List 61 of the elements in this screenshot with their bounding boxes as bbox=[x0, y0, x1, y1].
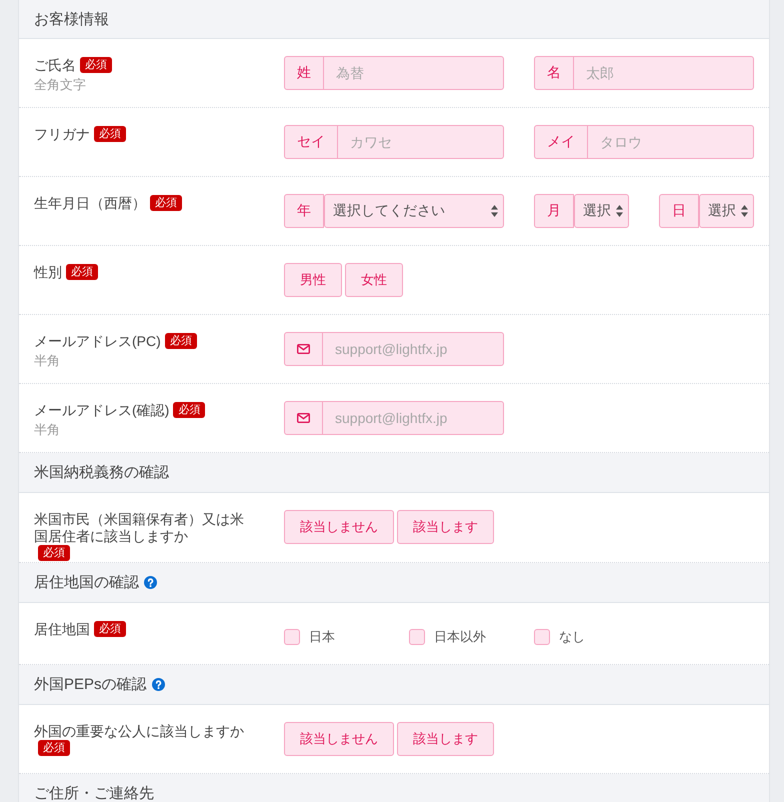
up-down-caret-icon bbox=[491, 205, 498, 217]
section-title: 米国納税義務の確認 bbox=[34, 464, 169, 481]
checkbox[interactable] bbox=[534, 629, 550, 645]
section-title: 居住地国の確認 bbox=[34, 574, 139, 591]
choice-button[interactable]: 女性 bbox=[345, 263, 403, 297]
field-label: 生年月日（西暦） bbox=[34, 195, 146, 212]
text-input[interactable]: タロウ bbox=[588, 125, 754, 159]
help-icon[interactable] bbox=[144, 576, 157, 589]
envelope-icon bbox=[297, 413, 310, 423]
input-addon: 日 bbox=[659, 194, 699, 228]
option-label: なし bbox=[559, 628, 585, 646]
text-input[interactable]: 太郎 bbox=[574, 56, 754, 90]
up-down-caret-icon bbox=[741, 205, 748, 217]
help-icon[interactable] bbox=[152, 678, 165, 691]
email-input[interactable]: support@lightfx.jp bbox=[323, 332, 504, 366]
required-badge: 必須 bbox=[38, 740, 70, 756]
required-badge: 必須 bbox=[164, 333, 197, 349]
choice-button[interactable]: 男性 bbox=[284, 263, 342, 297]
up-down-caret-icon bbox=[616, 205, 623, 217]
field-label: 性別 bbox=[34, 264, 62, 281]
envelope-icon bbox=[297, 344, 310, 354]
field-note: 半角 bbox=[34, 352, 61, 370]
section-title: 外国PEPsの確認 bbox=[34, 676, 147, 693]
field-label: メールアドレス(PC) bbox=[34, 333, 161, 350]
text-input[interactable]: 為替 bbox=[324, 56, 504, 90]
select-field[interactable]: 選択してください bbox=[324, 194, 504, 228]
input-addon: 月 bbox=[534, 194, 574, 228]
input-addon: 姓 bbox=[284, 56, 324, 90]
required-badge: 必須 bbox=[94, 621, 126, 637]
checkbox[interactable] bbox=[284, 629, 300, 645]
required-badge: 必須 bbox=[173, 402, 206, 418]
required-badge: 必須 bbox=[38, 545, 70, 561]
required-badge: 必須 bbox=[66, 264, 98, 280]
choice-button[interactable]: 該当します bbox=[397, 510, 494, 544]
select-field[interactable]: 選択 bbox=[574, 194, 629, 228]
choice-button[interactable]: 該当しません bbox=[284, 722, 394, 756]
required-badge: 必須 bbox=[80, 57, 112, 73]
input-addon: メイ bbox=[534, 125, 588, 159]
field-label: メールアドレス(確認) bbox=[34, 402, 170, 419]
field-label: フリガナ bbox=[34, 126, 90, 143]
input-addon: 名 bbox=[534, 56, 574, 90]
field-note: 半角 bbox=[34, 421, 61, 439]
required-badge: 必須 bbox=[150, 195, 182, 211]
option-label: 日本 bbox=[309, 628, 335, 646]
input-addon: セイ bbox=[284, 125, 338, 159]
input-addon: 年 bbox=[284, 194, 324, 228]
field-label: 外国の重要な公人に該当しますか bbox=[34, 723, 244, 740]
section-title: お客様情報 bbox=[34, 10, 109, 28]
email-input[interactable]: support@lightfx.jp bbox=[323, 401, 504, 435]
field-label: 居住地国 bbox=[34, 621, 90, 638]
required-badge: 必須 bbox=[94, 126, 126, 142]
field-label: 米国市民（米国籍保有者）又は米国居住者に該当しますか bbox=[34, 511, 245, 545]
choice-button[interactable]: 該当します bbox=[397, 722, 494, 756]
field-note: 全角文字 bbox=[34, 76, 87, 94]
choice-button[interactable]: 該当しません bbox=[284, 510, 394, 544]
option-label: 日本以外 bbox=[434, 628, 486, 646]
field-label: ご氏名 bbox=[34, 57, 76, 74]
section-title: ご住所・ご連絡先 bbox=[34, 785, 154, 802]
select-field[interactable]: 選択 bbox=[699, 194, 754, 228]
checkbox[interactable] bbox=[409, 629, 425, 645]
text-input[interactable]: カワセ bbox=[338, 125, 504, 159]
